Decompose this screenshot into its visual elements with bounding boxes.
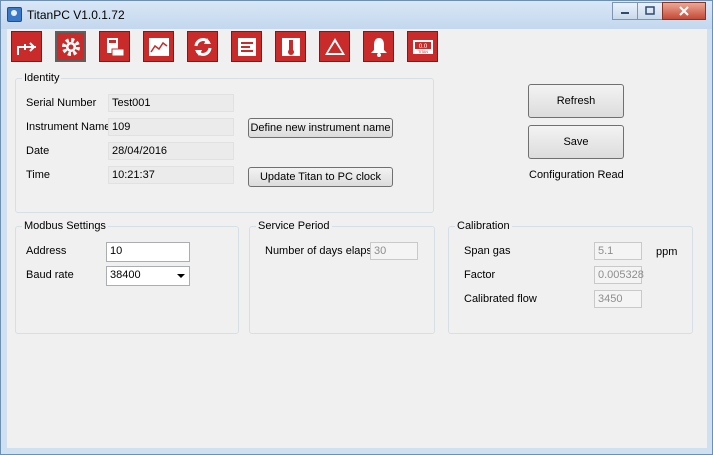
baud-rate-select[interactable]: 38400 bbox=[106, 266, 190, 286]
maximize-button[interactable] bbox=[637, 2, 663, 20]
address-input[interactable]: 10 bbox=[106, 242, 190, 262]
identity-group: Identity Serial Number Test001 Instrumen… bbox=[15, 72, 434, 213]
days-elapsed-field: 30 bbox=[370, 242, 418, 260]
calibration-group-title: Calibration bbox=[455, 220, 512, 232]
service-group-title: Service Period bbox=[256, 220, 332, 232]
modbus-settings-group: Modbus Settings Address 10 Baud rate 384… bbox=[15, 220, 239, 334]
time-field: 10:21:37 bbox=[108, 166, 234, 184]
settings-button[interactable] bbox=[55, 31, 86, 62]
warning-icon bbox=[324, 37, 345, 55]
service-period-group: Service Period Number of days elapsed 30 bbox=[249, 220, 435, 334]
span-gas-label: Span gas bbox=[464, 245, 511, 257]
chart-icon bbox=[148, 37, 169, 56]
span-gas-field: 5.1 bbox=[594, 242, 642, 260]
chart-button[interactable] bbox=[143, 31, 174, 62]
days-elapsed-label: Number of days elapsed bbox=[265, 245, 385, 257]
refresh-icon bbox=[194, 37, 211, 56]
window-title: TitanPC V1.0.1.72 bbox=[27, 8, 125, 22]
status-text: Configuration Read bbox=[529, 169, 624, 181]
serial-number-field: Test001 bbox=[108, 94, 234, 112]
alarm-bell-icon bbox=[370, 37, 387, 57]
address-label: Address bbox=[26, 245, 67, 257]
define-instrument-name-button[interactable]: Define new instrument name bbox=[248, 118, 393, 138]
window-bottom-border bbox=[1, 448, 712, 454]
log-icon bbox=[237, 37, 256, 56]
baud-rate-value: 38400 bbox=[110, 269, 141, 281]
chevron-down-icon bbox=[177, 274, 185, 278]
date-label: Date bbox=[26, 145, 50, 157]
instrument-name-field: 109 bbox=[108, 118, 234, 136]
identity-group-title: Identity bbox=[22, 72, 62, 84]
close-button[interactable] bbox=[662, 2, 706, 20]
refresh-tool-button[interactable] bbox=[187, 31, 218, 62]
span-gas-unit: ppm bbox=[656, 246, 678, 258]
settings-gear-icon bbox=[61, 37, 80, 56]
maximize-icon bbox=[645, 6, 655, 15]
factor-label: Factor bbox=[464, 269, 496, 281]
refresh-button[interactable]: Refresh bbox=[528, 84, 624, 118]
thermometer-button[interactable] bbox=[275, 31, 306, 62]
warning-button[interactable] bbox=[319, 31, 350, 62]
app-window: TitanPC V1.0.1.72 0.0 TITAN Identity Ser… bbox=[0, 0, 713, 455]
update-clock-button[interactable]: Update Titan to PC clock bbox=[248, 167, 393, 187]
time-label: Time bbox=[26, 169, 51, 181]
calibrated-flow-field: 3450 bbox=[594, 290, 642, 308]
thermometer-icon bbox=[281, 37, 300, 56]
save-button[interactable]: Save bbox=[528, 125, 624, 159]
instrument-button[interactable] bbox=[99, 31, 130, 62]
instrument-name-label: Instrument Name bbox=[26, 121, 111, 133]
alarm-button[interactable] bbox=[363, 31, 394, 62]
titan-display-icon: 0.0 TITAN bbox=[412, 39, 433, 54]
factor-field: 0.005328 bbox=[594, 266, 644, 284]
connection-icon bbox=[16, 41, 36, 55]
titan-display-caption: TITAN bbox=[418, 50, 428, 54]
configuration-panel: Identity Serial Number Test001 Instrumen… bbox=[7, 64, 707, 450]
calibration-group: Calibration Span gas 5.1 ppm Factor 0.00… bbox=[448, 220, 693, 334]
modbus-group-title: Modbus Settings bbox=[22, 220, 108, 232]
calibrated-flow-label: Calibrated flow bbox=[464, 293, 537, 305]
log-button[interactable] bbox=[231, 31, 262, 62]
serial-number-label: Serial Number bbox=[26, 97, 97, 109]
minimize-icon bbox=[621, 12, 629, 14]
window-controls bbox=[612, 2, 706, 22]
connection-button[interactable] bbox=[11, 31, 42, 62]
close-icon bbox=[679, 6, 689, 16]
baud-rate-label: Baud rate bbox=[26, 269, 74, 281]
title-bar[interactable]: TitanPC V1.0.1.72 bbox=[1, 1, 712, 29]
toolbar: 0.0 TITAN bbox=[7, 29, 707, 64]
instrument-icon bbox=[106, 37, 124, 56]
minimize-button[interactable] bbox=[612, 2, 638, 20]
titan-display-button[interactable]: 0.0 TITAN bbox=[407, 31, 438, 62]
app-icon[interactable] bbox=[7, 7, 22, 22]
date-field: 28/04/2016 bbox=[108, 142, 234, 160]
